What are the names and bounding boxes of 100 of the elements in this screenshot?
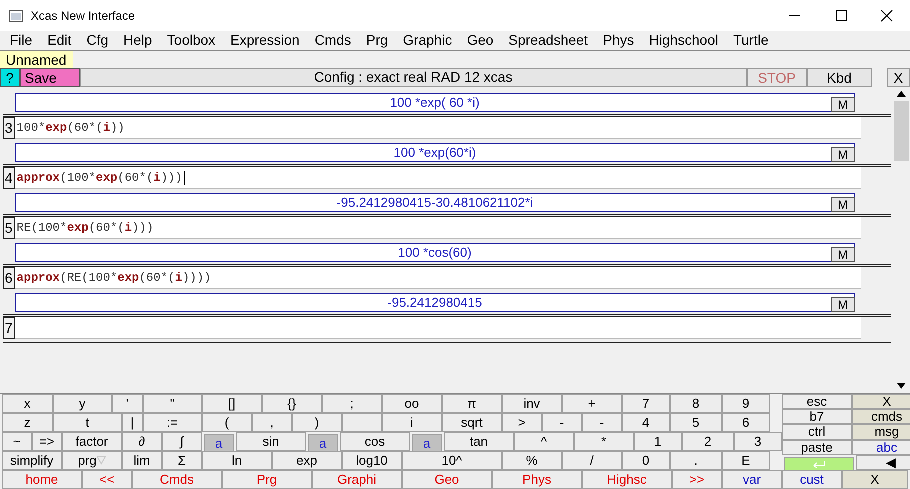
keypad-key[interactable]: 1 (634, 432, 682, 451)
close-button[interactable]: X (887, 68, 910, 87)
keypad-key[interactable]: home (2, 470, 82, 489)
keypad-key[interactable]: oo (382, 394, 442, 413)
keypad-key[interactable]: ^ (514, 432, 574, 451)
scroll-thumb[interactable] (894, 101, 909, 161)
menu-item[interactable]: Geo (467, 30, 494, 51)
input-field[interactable]: RE(100*exp(60*(i))) (14, 217, 861, 239)
keypad-key[interactable]: π (442, 394, 502, 413)
keypad-key[interactable]: ) (292, 413, 342, 432)
input-field[interactable]: approx(100*exp(60*(i))) (14, 167, 861, 189)
document-tab[interactable]: Unnamed (0, 51, 73, 68)
keypad-key[interactable]: simplify (2, 451, 62, 470)
keypad-key[interactable]: => (32, 432, 62, 451)
keypad-key[interactable]: 3 (734, 432, 782, 451)
keypad-key[interactable]: sqrt (442, 413, 502, 432)
keypad-key[interactable]: | (122, 413, 143, 432)
keypad-key[interactable]: cos (340, 432, 410, 451)
keypad-key[interactable]: ; (322, 394, 382, 413)
keypad-key[interactable]: E (722, 451, 770, 470)
keypad-key[interactable]: , (252, 413, 292, 432)
keypad-key[interactable]: + (562, 394, 622, 413)
menu-button[interactable]: M (831, 147, 855, 162)
keypad-key[interactable]: esc (782, 394, 852, 410)
maximize-icon[interactable] (836, 10, 847, 21)
keypad-key[interactable]: ( (202, 413, 252, 432)
keypad-key[interactable]: tan (444, 432, 514, 451)
keypad-key[interactable]: Highsc (582, 470, 672, 489)
input-field[interactable]: approx(RE(100*exp(60*(i)))) (14, 267, 861, 289)
menu-item[interactable]: Cfg (86, 30, 108, 51)
keypad-key[interactable]: - (542, 413, 582, 432)
keypad-key[interactable]: b7 (782, 409, 852, 424)
help-button[interactable]: ? (0, 68, 20, 87)
keypad-key[interactable]: Prg (222, 470, 312, 489)
keypad-key[interactable]: t (53, 413, 122, 432)
keypad-key[interactable]: sin (236, 432, 306, 451)
keypad-key[interactable]: Geo (402, 470, 492, 489)
menu-button[interactable]: M (831, 97, 855, 112)
menu-item[interactable]: Turtle (733, 30, 769, 51)
keypad-key[interactable]: var (722, 470, 782, 489)
menu-item[interactable]: Toolbox (167, 30, 216, 51)
keypad-key[interactable]: % (502, 451, 562, 470)
scroll-down-icon[interactable] (897, 383, 906, 389)
keypad-key[interactable]: ~ (2, 432, 32, 451)
input-field[interactable]: 100*exp(60*(i)) (14, 117, 861, 139)
keypad-key[interactable]: . (670, 451, 722, 470)
menu-button[interactable]: M (831, 197, 855, 212)
input-field[interactable] (14, 317, 861, 339)
menu-item[interactable]: Spreadsheet (508, 30, 588, 51)
keyboard-button[interactable]: Kbd (807, 68, 872, 87)
menu-item[interactable]: Graphic (403, 30, 452, 51)
save-button[interactable]: Save (20, 68, 80, 87)
menu-item[interactable]: Expression (230, 30, 300, 51)
keypad-key[interactable]: X (852, 394, 910, 410)
menu-item[interactable]: Edit (48, 30, 72, 51)
keypad-key[interactable]: paste (782, 440, 852, 455)
keypad-key[interactable]: exp (272, 451, 342, 470)
keypad-key[interactable]: y (53, 394, 112, 413)
keypad-key[interactable]: Phys (492, 470, 582, 489)
keypad-key[interactable]: ' (112, 394, 143, 413)
keypad-key[interactable]: 2 (682, 432, 734, 451)
keypad-key[interactable]: ctrl (782, 424, 852, 440)
keypad-key[interactable]: i (382, 413, 442, 432)
keypad-key[interactable]: cmds (852, 409, 910, 424)
keypad-key[interactable]: factor (62, 432, 122, 451)
keypad-key[interactable]: {} (262, 394, 322, 413)
menu-button[interactable]: M (831, 297, 855, 312)
keypad-key[interactable]: 5 (670, 413, 722, 432)
keypad-key[interactable]: 6 (722, 413, 770, 432)
keypad-key[interactable]: / (562, 451, 622, 470)
keypad-key[interactable]: x (2, 394, 53, 413)
menu-item[interactable]: Prg (366, 30, 388, 51)
keypad-key[interactable]: ∂ (122, 432, 162, 451)
keypad-key[interactable]: 8 (670, 394, 722, 413)
keypad-key[interactable]: X (842, 470, 908, 489)
keypad-key[interactable]: Σ (162, 451, 202, 470)
keypad-key[interactable]: ∫ (162, 432, 202, 451)
keypad-key[interactable]: Graphi (312, 470, 402, 489)
menu-item[interactable]: Help (123, 30, 152, 51)
close-icon[interactable] (881, 10, 893, 22)
keypad-key[interactable]: 0 (622, 451, 670, 470)
keypad-key[interactable]: ◀ (856, 454, 910, 470)
keypad-key[interactable]: lim (122, 451, 162, 470)
keypad-key[interactable]: * (574, 432, 634, 451)
scroll-up-icon[interactable] (897, 91, 906, 97)
keypad-key[interactable]: log10 (342, 451, 402, 470)
keypad-key[interactable]: ln (202, 451, 272, 470)
keypad-key[interactable]: := (143, 413, 202, 432)
keypad-key[interactable]: 9 (722, 394, 770, 413)
keypad-key[interactable]: inv (502, 394, 562, 413)
keypad-key[interactable]: 7 (622, 394, 670, 413)
keypad-key[interactable]: prg (62, 451, 122, 470)
keypad-key[interactable]: 10^ (402, 451, 502, 470)
keypad-key[interactable]: abc (852, 440, 910, 455)
menu-item[interactable]: File (10, 30, 33, 51)
keypad-key[interactable]: msg (852, 424, 910, 440)
keypad-key[interactable]: [] (202, 394, 262, 413)
keypad-key[interactable]: << (82, 470, 132, 489)
keypad-key[interactable]: 4 (622, 413, 670, 432)
config-label[interactable]: Config : exact real RAD 12 xcas (80, 68, 747, 87)
